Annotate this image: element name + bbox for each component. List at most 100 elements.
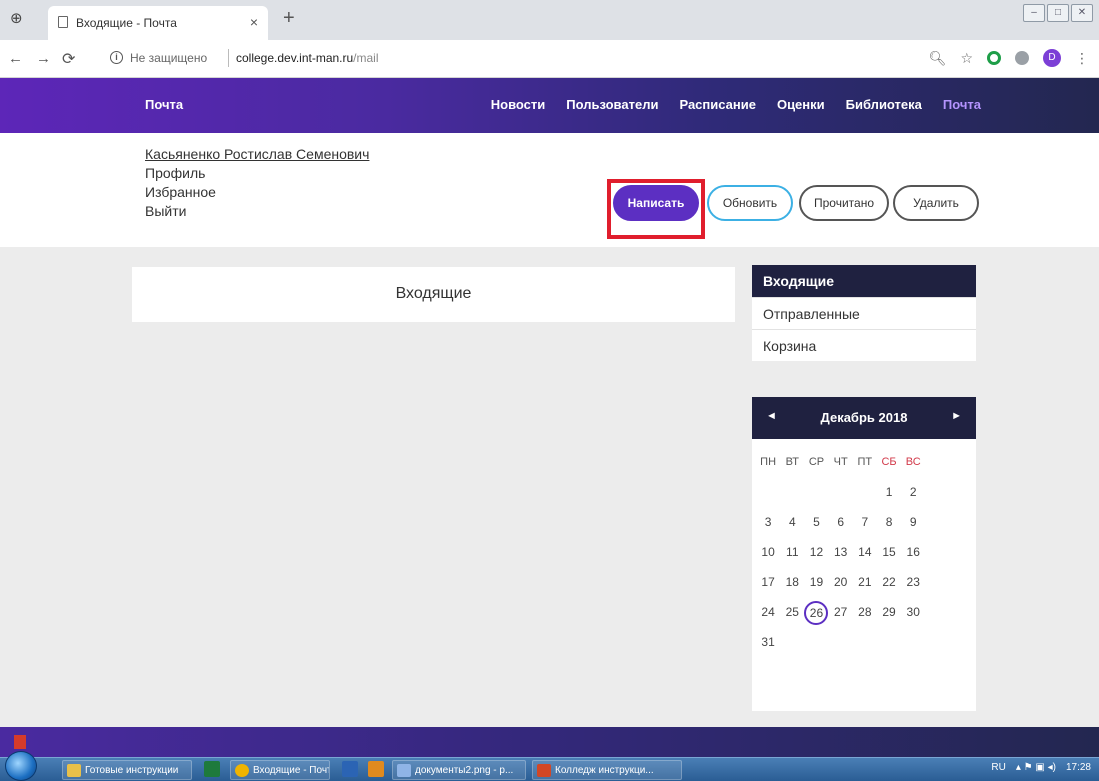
bookmark-star-icon[interactable]: ☆ — [960, 50, 973, 67]
calendar-day[interactable]: 19 — [804, 571, 828, 601]
calendar-day[interactable]: 6 — [829, 511, 853, 541]
weekday-label: ВТ — [785, 456, 799, 468]
forward-icon[interactable]: → — [36, 50, 51, 67]
calendar-week: 31 — [752, 631, 976, 661]
calendar-day[interactable]: 25 — [780, 601, 804, 631]
reload-icon[interactable]: ⟳ — [62, 49, 75, 69]
calendar-day[interactable]: 20 — [829, 571, 853, 601]
calendar-day[interactable]: 31 — [756, 631, 780, 661]
calendar-day[interactable]: 23 — [901, 571, 925, 601]
tab-title: Входящие - Почта — [76, 16, 177, 30]
info-icon[interactable]: i — [110, 51, 123, 64]
calendar-day[interactable]: 5 — [804, 511, 828, 541]
menu-item-schedule[interactable]: Расписание — [679, 97, 756, 112]
chrome-icon — [235, 764, 249, 777]
calendar-day[interactable]: 29 — [877, 601, 901, 631]
menu-item-library[interactable]: Библиотека — [846, 97, 922, 112]
user-name-link[interactable]: Касьяненко Ростислав Семенович — [145, 145, 369, 164]
compose-highlight-frame — [607, 179, 705, 239]
calendar-day[interactable]: 8 — [877, 511, 901, 541]
app-orange-icon[interactable] — [368, 761, 384, 777]
zoom-icon[interactable]: 🔍︎ — [929, 50, 947, 67]
tab-search-icon[interactable]: ⊕ — [10, 9, 28, 27]
calendar-day[interactable]: 3 — [756, 511, 780, 541]
tray-icons[interactable]: ▴ ⚑ ▣ ◂) — [1016, 762, 1056, 773]
calendar-day[interactable]: 7 — [853, 511, 877, 541]
calendar-week: 24 25 26 27 28 29 30 — [752, 601, 976, 631]
site-footer — [0, 727, 1099, 757]
calendar-day[interactable]: 18 — [780, 571, 804, 601]
word-icon[interactable] — [342, 761, 358, 777]
calendar-day[interactable]: 22 — [877, 571, 901, 601]
taskbar-item-chrome[interactable]: Входящие - Почта ... — [230, 760, 330, 780]
calendar-day[interactable]: 11 — [780, 541, 804, 571]
calendar-day[interactable]: 12 — [804, 541, 828, 571]
calendar-header: ◄ Декабрь 2018 ► — [752, 397, 976, 439]
window-controls: – □ ✕ — [1023, 4, 1093, 22]
calendar-empty-cell — [829, 631, 853, 661]
menu-item-mail[interactable]: Почта — [943, 97, 981, 112]
calendar-day[interactable]: 14 — [853, 541, 877, 571]
folder-trash[interactable]: Корзина — [752, 329, 976, 361]
favorites-link[interactable]: Избранное — [145, 183, 369, 202]
menu-item-grades[interactable]: Оценки — [777, 97, 825, 112]
calendar-day[interactable]: 16 — [901, 541, 925, 571]
extension-icon[interactable] — [987, 51, 1001, 65]
language-indicator[interactable]: RU — [991, 762, 1005, 773]
profile-avatar[interactable]: D — [1043, 49, 1061, 67]
calendar-day[interactable]: 2 — [901, 481, 925, 511]
calendar-day-today[interactable]: 26 — [804, 601, 829, 631]
calendar-week: 17 18 19 20 21 22 23 — [752, 571, 976, 601]
minimize-icon[interactable]: – — [1023, 4, 1045, 22]
profile-link[interactable]: Профиль — [145, 164, 369, 183]
back-icon[interactable]: ← — [8, 50, 23, 67]
site-header: Почта Новости Пользователи Расписание Оц… — [0, 78, 1099, 133]
calendar-day[interactable]: 17 — [756, 571, 780, 601]
calendar-day[interactable]: 21 — [853, 571, 877, 601]
calendar-day[interactable]: 27 — [829, 601, 853, 631]
calendar-day[interactable]: 9 — [901, 511, 925, 541]
calendar-empty-cell — [901, 631, 925, 661]
extension-grey-icon[interactable] — [1015, 51, 1029, 65]
calendar-day[interactable]: 10 — [756, 541, 780, 571]
logout-link[interactable]: Выйти — [145, 202, 369, 221]
calendar-grid: ПН ВТ СР ЧТ ПТ СБ ВС 1 2 3 4 5 6 7 8 9 10 11 12 13 14 15 16 17 1… — [752, 451, 976, 661]
mark-read-button[interactable]: Прочитано — [799, 185, 889, 221]
calendar-day[interactable]: 30 — [901, 601, 925, 631]
menu-dots-icon[interactable]: ⋮ — [1075, 50, 1089, 67]
user-menu: Касьяненко Ростислав Семенович Профиль И… — [145, 145, 369, 221]
window-close-icon[interactable]: ✕ — [1071, 4, 1093, 22]
taskbar-item-powerpoint[interactable]: Колледж инструкци... — [532, 760, 682, 780]
taskbar-item-paint[interactable]: документы2.png - p... — [392, 760, 526, 780]
new-tab-button[interactable]: + — [283, 7, 295, 30]
calendar-day[interactable]: 13 — [829, 541, 853, 571]
next-month-icon[interactable]: ► — [951, 410, 962, 422]
main-menu: Новости Пользователи Расписание Оценки Б… — [491, 97, 981, 112]
taskbar-item-label: Готовые инструкции — [85, 765, 179, 776]
menu-item-users[interactable]: Пользователи — [566, 97, 658, 112]
calendar-day[interactable]: 28 — [853, 601, 877, 631]
url-input[interactable]: i Не защищено college.dev.int-man.ru/mai… — [108, 46, 948, 72]
maximize-icon[interactable]: □ — [1047, 4, 1069, 22]
calendar-empty-cell — [780, 481, 804, 511]
calendar-day[interactable]: 24 — [756, 601, 780, 631]
calendar-empty-cell — [877, 631, 901, 661]
folder-list: Входящие Отправленные Корзина — [752, 265, 976, 361]
clock[interactable]: 17:28 — [1066, 762, 1091, 773]
weekday-row: ПН ВТ СР ЧТ ПТ СБ ВС — [752, 451, 976, 481]
delete-button[interactable]: Удалить — [893, 185, 979, 221]
browser-tab[interactable]: Входящие - Почта × — [48, 6, 268, 40]
close-icon[interactable]: × — [250, 14, 258, 30]
calendar-day[interactable]: 4 — [780, 511, 804, 541]
taskbar-item-folder[interactable]: Готовые инструкции — [62, 760, 192, 780]
refresh-button[interactable]: Обновить — [707, 185, 793, 221]
folder-inbox[interactable]: Входящие — [752, 265, 976, 297]
excel-icon[interactable] — [204, 761, 220, 777]
calendar-day[interactable]: 1 — [877, 481, 901, 511]
start-button-icon[interactable] — [5, 751, 37, 781]
calendar-day[interactable]: 15 — [877, 541, 901, 571]
folder-sent[interactable]: Отправленные — [752, 297, 976, 329]
menu-item-news[interactable]: Новости — [491, 97, 546, 112]
site-brand[interactable]: Почта — [145, 97, 183, 112]
weekday-label: СР — [808, 456, 825, 468]
